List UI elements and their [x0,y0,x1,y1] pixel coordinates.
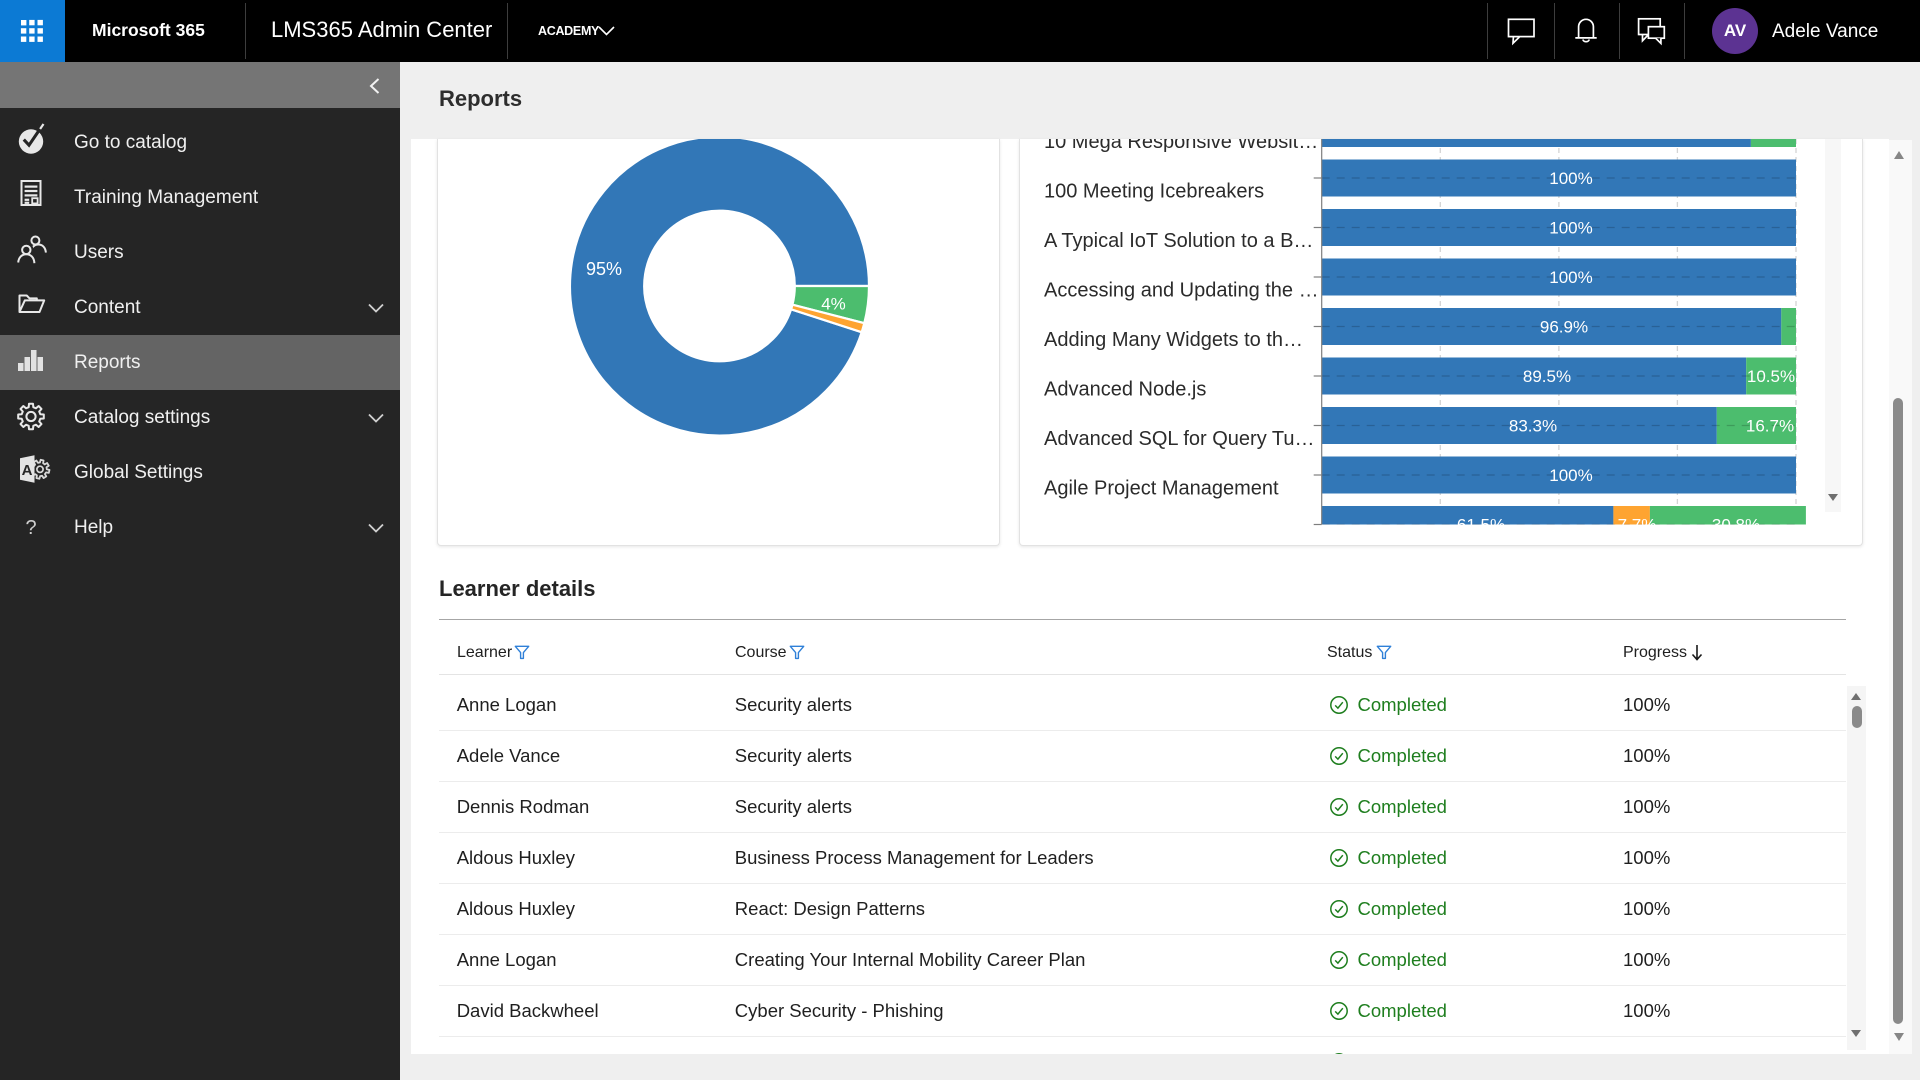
svg-text:10 Mega Responsive Websit…: 10 Mega Responsive Websit… [1044,139,1318,153]
svg-text:Agile Project Management: Agile Project Management [1044,477,1279,499]
svg-text:A Typical IoT Solution to a B…: A Typical IoT Solution to a B… [1044,230,1313,252]
svg-text:?: ? [25,517,36,539]
svg-text:Adding Many Widgets to th…: Adding Many Widgets to th… [1044,329,1303,351]
svg-text:16.7%: 16.7% [1746,417,1794,436]
svg-text:10.5%: 10.5% [1747,367,1795,386]
svg-text:83.3%: 83.3% [1509,417,1557,436]
svg-text:61.5%: 61.5% [1457,516,1505,535]
svg-text:89.5%: 89.5% [1523,367,1571,386]
svg-text:100%: 100% [1549,466,1592,485]
svg-text:100%: 100% [1549,268,1592,287]
svg-text:30.8%: 30.8% [1712,516,1760,535]
svg-text:100%: 100% [1549,169,1592,188]
svg-text:4%: 4% [821,294,846,313]
svg-text:100%: 100% [1549,219,1592,238]
svg-text:100 Meeting Icebreakers: 100 Meeting Icebreakers [1044,180,1264,202]
svg-text:A: A [22,462,33,479]
svg-text:95%: 95% [586,259,622,279]
svg-text:7.7%: 7.7% [1618,516,1657,535]
svg-text:Accessing and Updating the …: Accessing and Updating the … [1044,279,1319,301]
svg-text:Advanced SQL for Query Tu…: Advanced SQL for Query Tu… [1044,428,1315,450]
svg-text:Advanced Node.js: Advanced Node.js [1044,378,1206,400]
svg-text:96.9%: 96.9% [1540,318,1588,337]
